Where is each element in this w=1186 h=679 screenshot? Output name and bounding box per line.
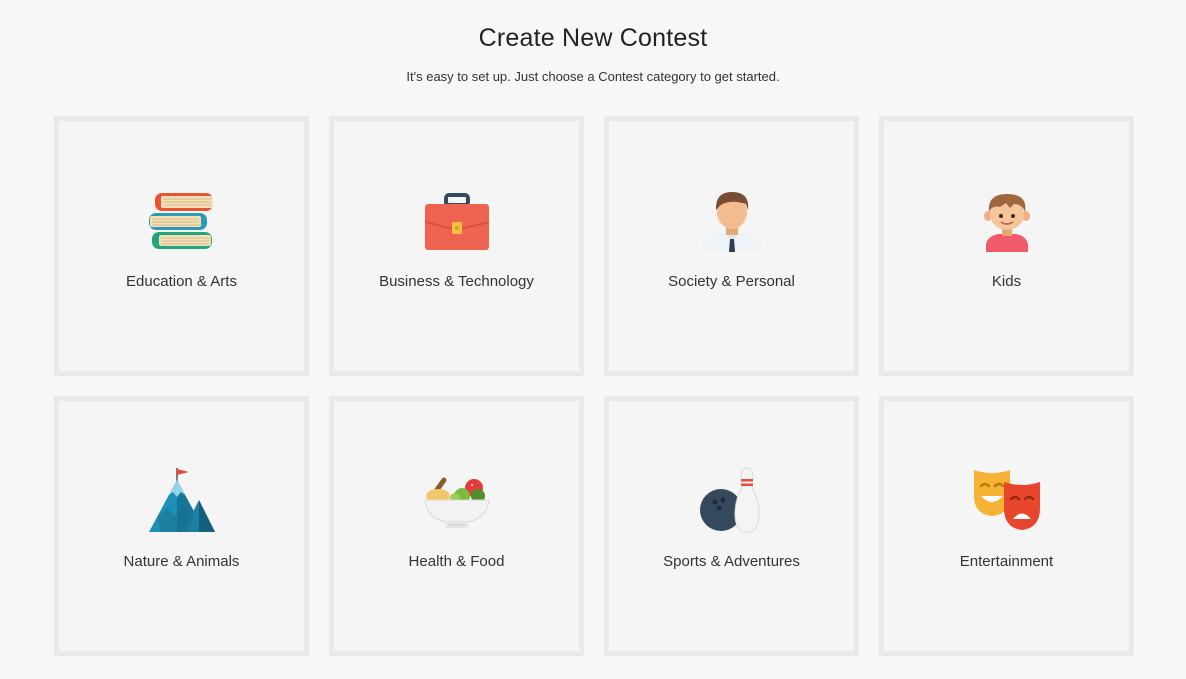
bowling-icon: [697, 466, 767, 536]
page-subtitle: It's easy to set up. Just choose a Conte…: [406, 69, 780, 84]
theater-masks-icon: [972, 466, 1042, 536]
category-label: Health & Food: [408, 553, 505, 570]
kid-icon: [972, 186, 1042, 256]
category-label: Education & Arts: [126, 273, 237, 290]
category-card-sports-adventures[interactable]: Sports & Adventures: [604, 396, 859, 656]
page-title: Create New Contest: [478, 24, 708, 52]
category-card-kids[interactable]: Kids: [879, 116, 1134, 376]
category-card-business-technology[interactable]: Business & Technology: [329, 116, 584, 376]
category-card-society-personal[interactable]: Society & Personal: [604, 116, 859, 376]
businessman-icon: [697, 186, 767, 256]
category-card-health-food[interactable]: Health & Food: [329, 396, 584, 656]
category-grid: Education & Arts Business & Technology S…: [54, 116, 1134, 656]
category-label: Business & Technology: [379, 273, 534, 290]
category-label: Kids: [991, 273, 1022, 290]
category-card-education-arts[interactable]: Education & Arts: [54, 116, 309, 376]
category-label: Entertainment: [959, 553, 1054, 570]
food-bowl-icon: [422, 466, 492, 536]
category-card-nature-animals[interactable]: Nature & Animals: [54, 396, 309, 656]
category-card-entertainment[interactable]: Entertainment: [879, 396, 1134, 656]
briefcase-icon: [422, 186, 492, 256]
category-label: Society & Personal: [668, 273, 795, 290]
create-contest-page: Create New Contest It's easy to set up. …: [0, 0, 1186, 679]
category-label: Nature & Animals: [123, 553, 240, 570]
books-icon: [147, 186, 217, 256]
category-label: Sports & Adventures: [663, 553, 800, 570]
mountain-icon: [147, 466, 217, 536]
